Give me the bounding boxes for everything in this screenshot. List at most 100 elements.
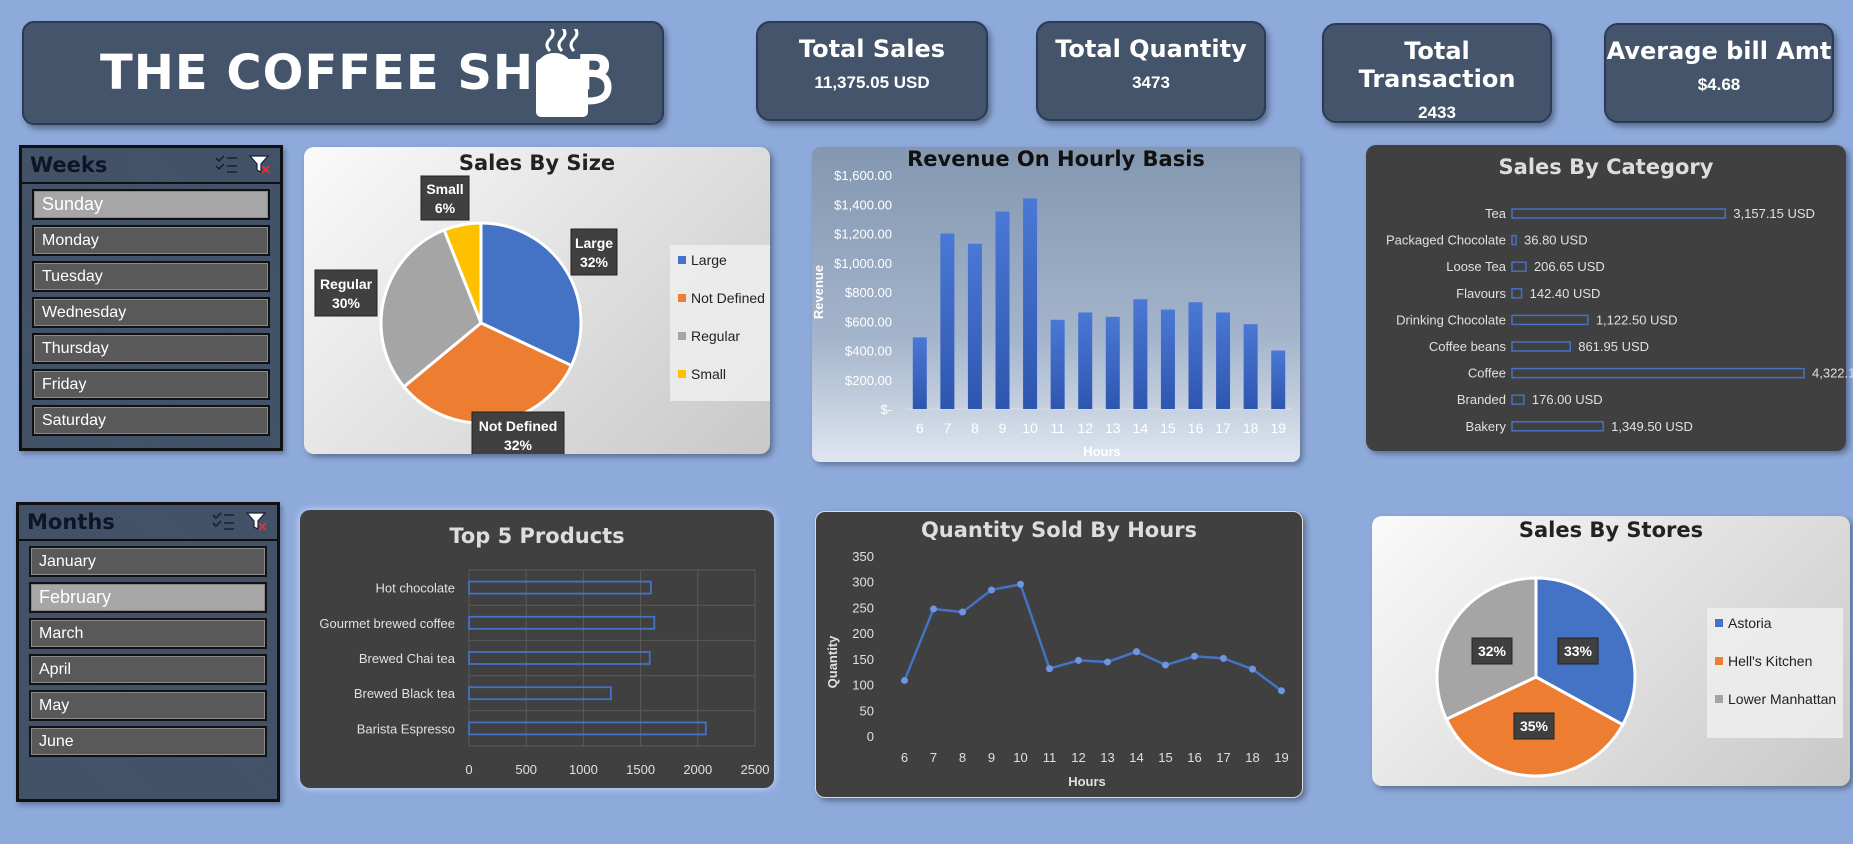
kpi-label: Total Transaction (1358, 37, 1516, 93)
x-tick-label: 16 (1188, 420, 1204, 436)
kpi-total-quantity: Total Quantity 3473 (1036, 21, 1266, 121)
kpi-value: $4.68 (1697, 75, 1741, 94)
weeks-slicer-item-sunday[interactable]: Sunday (32, 189, 270, 220)
weeks-slicer-item-friday[interactable]: Friday (32, 369, 270, 400)
pie-data-label: Small 6% (420, 175, 470, 221)
weeks-slicer-item-saturday[interactable]: Saturday (32, 405, 270, 436)
category-label: Drinking Chocolate (1396, 312, 1506, 327)
weeks-slicer-item-tuesday[interactable]: Tuesday (32, 261, 270, 292)
y-tick-label: $800.00 (845, 285, 892, 300)
category-bar (1511, 261, 1527, 272)
x-tick-label: 18 (1245, 750, 1259, 765)
x-tick-label: 0 (465, 762, 472, 777)
multi-select-icon[interactable] (211, 511, 235, 531)
svg-text:6%: 6% (435, 200, 456, 216)
product-bar (468, 721, 707, 736)
y-tick-label: $1,400.00 (834, 197, 892, 212)
y-tick-label: 50 (860, 703, 874, 718)
sales-by-stores-panel: Sales By Stores 33% 35% 32% Astoria Hell's K… (1372, 516, 1850, 786)
x-tick-label: 8 (971, 420, 979, 436)
title-card: THE COFFEE SHOP (22, 21, 664, 125)
kpi-label: Total Quantity (1055, 35, 1247, 63)
pie-data-label: Regular 30% (314, 269, 378, 317)
x-tick-label: 2500 (741, 762, 770, 777)
category-bar (1511, 421, 1604, 432)
sales-by-category-panel: Sales By Category Tea 3,157.15 USD Package… (1366, 145, 1853, 451)
quantity-point (901, 676, 908, 684)
clear-filter-icon[interactable] (245, 511, 269, 533)
x-tick-label: 18 (1243, 420, 1259, 436)
months-slicer-item-february[interactable]: February (29, 582, 267, 613)
multi-select-icon[interactable] (214, 154, 238, 174)
svg-text:30%: 30% (332, 295, 361, 311)
months-slicer-item-march[interactable]: March (29, 618, 267, 649)
legend-label: Lower Manhattan (1728, 691, 1836, 707)
legend-label: Small (691, 366, 726, 382)
weeks-slicer-item-wednesday[interactable]: Wednesday (32, 297, 270, 328)
revenue-bar (967, 243, 982, 409)
x-tick-label: 14 (1133, 420, 1149, 436)
weeks-slicer: Weeks Sunday Monday Tuesday Wednesday Thursd… (19, 145, 283, 451)
sales-by-category-chart: Tea 3,157.15 USD Packaged Chocolate 36.80 U… (1386, 206, 1853, 434)
revenue-bar (1188, 302, 1203, 409)
x-tick-label: 17 (1216, 750, 1230, 765)
category-value-label: 3,157.15 USD (1733, 206, 1815, 221)
svg-text:33%: 33% (1564, 643, 1593, 659)
category-value-label: 861.95 USD (1578, 339, 1649, 354)
clear-filter-icon[interactable] (248, 154, 272, 176)
x-tick-label: 2000 (683, 762, 712, 777)
months-slicer-item-april[interactable]: April (29, 654, 267, 685)
x-tick-label: 15 (1160, 420, 1176, 436)
x-tick-label: 1500 (626, 762, 655, 777)
kpi-total-transaction: Total Transaction 2433 (1322, 23, 1552, 123)
x-tick-label: 10 (1013, 750, 1027, 765)
quantity-point (1191, 652, 1198, 660)
kpi-label: Total Sales (798, 35, 946, 63)
quantity-point (1133, 648, 1140, 656)
revenue-bar (995, 211, 1010, 409)
legend-swatch (1715, 619, 1723, 627)
svg-text:Large: Large (575, 235, 613, 251)
category-value-label: 36.80 USD (1524, 233, 1588, 248)
legend-swatch (678, 256, 686, 264)
slicer-header: Weeks (22, 148, 280, 184)
months-slicer-item-may[interactable]: May (29, 690, 267, 721)
category-bar (1511, 288, 1523, 299)
sales-by-stores-chart: 33% 35% 32% Astoria Hell's Kitchen Lower Manh… (1435, 576, 1843, 778)
quantity-point (959, 608, 966, 616)
revenue-bar (1216, 312, 1231, 409)
weeks-slicer-item-thursday[interactable]: Thursday (32, 333, 270, 364)
y-tick-label: 100 (852, 678, 874, 693)
revenue-bar (1133, 299, 1148, 409)
category-label: Bakery (1466, 419, 1507, 434)
legend-label: Large (691, 252, 727, 268)
svg-text:32%: 32% (1478, 643, 1507, 659)
quantity-point (1046, 665, 1053, 673)
x-tick-label: 13 (1100, 750, 1114, 765)
slicer-header: Months (19, 505, 277, 541)
weeks-slicer-item-monday[interactable]: Monday (32, 225, 270, 256)
sales-by-size-panel: Sales By Size Large 32% Not Defined 32% Regu… (304, 147, 770, 454)
pie-data-label: 35% (1513, 712, 1555, 740)
category-value-label: 1,349.50 USD (1611, 419, 1693, 434)
months-slicer-item-june[interactable]: June (29, 726, 267, 757)
y-tick-label: $1,200.00 (834, 227, 892, 242)
pie-data-label: Large 32% (570, 228, 618, 276)
months-slicer-item-january[interactable]: January (29, 546, 267, 577)
product-label: Hot chocolate (376, 581, 456, 596)
x-tick-label: 8 (959, 750, 966, 765)
product-label: Brewed Chai tea (359, 651, 456, 666)
quantity-point (1249, 665, 1256, 673)
x-tick-label: 7 (943, 420, 951, 436)
quantity-point (930, 605, 937, 613)
y-tick-label: 150 (852, 652, 874, 667)
x-tick-label: 6 (901, 750, 908, 765)
product-label: Brewed Black tea (354, 686, 456, 701)
sales-by-size-chart: Large 32% Not Defined 32% Regular 30% Small 6% L… (314, 175, 770, 454)
category-label: Coffee (1468, 366, 1506, 381)
legend-label: Regular (691, 328, 740, 344)
x-tick-label: 12 (1077, 420, 1093, 436)
legend-swatch (1715, 657, 1723, 665)
kpi-label: Average bill Amt (1606, 37, 1832, 65)
coffee-cup-icon (536, 29, 612, 117)
